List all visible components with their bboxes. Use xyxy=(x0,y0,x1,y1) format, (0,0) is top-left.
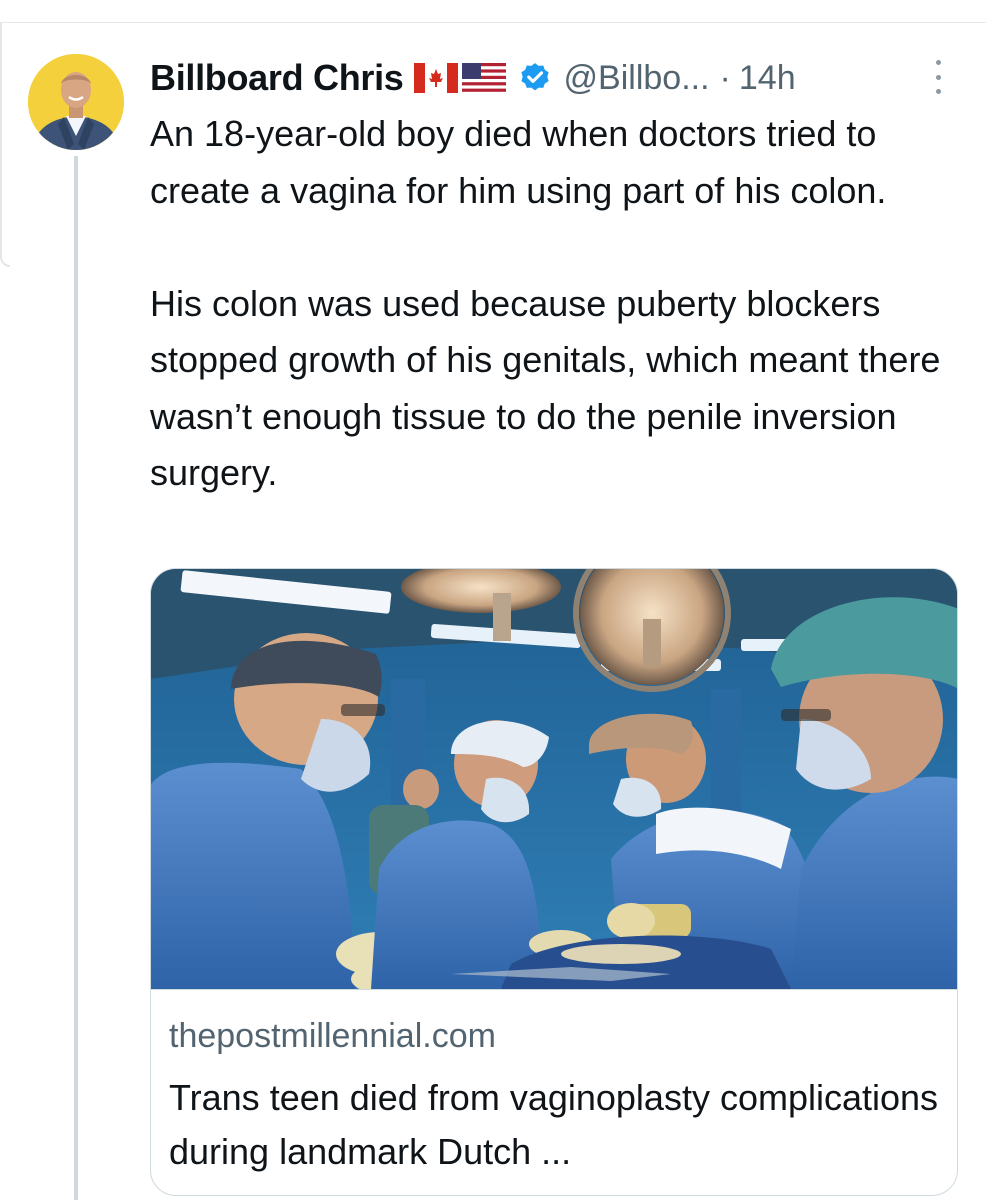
tweet-paragraph: An 18-year-old boy died when doctors tri… xyxy=(150,113,887,211)
thread-connector-line xyxy=(74,156,78,1200)
tweet-timestamp[interactable]: 14h xyxy=(739,59,796,98)
canada-flag-icon xyxy=(413,63,458,93)
tweet-header: Billboard Chris @Billbo... · 14h xyxy=(150,50,950,106)
usa-flag-icon xyxy=(461,63,506,93)
avatar[interactable] xyxy=(28,54,124,150)
verified-badge-icon[interactable] xyxy=(518,61,552,95)
previous-tweet-rail xyxy=(0,22,10,267)
separator-dot: · xyxy=(719,58,731,97)
more-options-icon[interactable] xyxy=(932,60,944,94)
top-divider xyxy=(0,22,986,23)
tweet-screenshot: Billboard Chris @Billbo... · 14h An 18-y… xyxy=(0,0,986,1200)
tweet-paragraph: His colon was used because puberty block… xyxy=(150,282,941,494)
author-handle[interactable]: @Billbo... xyxy=(564,59,710,98)
surgeons-operating-photo[interactable] xyxy=(151,569,957,989)
author-flags xyxy=(413,63,506,93)
author-name[interactable]: Billboard Chris xyxy=(150,57,404,99)
tweet-body: An 18-year-old boy died when doctors tri… xyxy=(150,106,960,502)
card-domain: thepostmillennial.com xyxy=(169,1017,496,1055)
card-divider xyxy=(151,989,957,990)
link-preview-card[interactable]: thepostmillennial.com Trans teen died fr… xyxy=(150,568,958,1196)
card-title[interactable]: Trans teen died from vaginoplasty compli… xyxy=(169,1071,939,1179)
